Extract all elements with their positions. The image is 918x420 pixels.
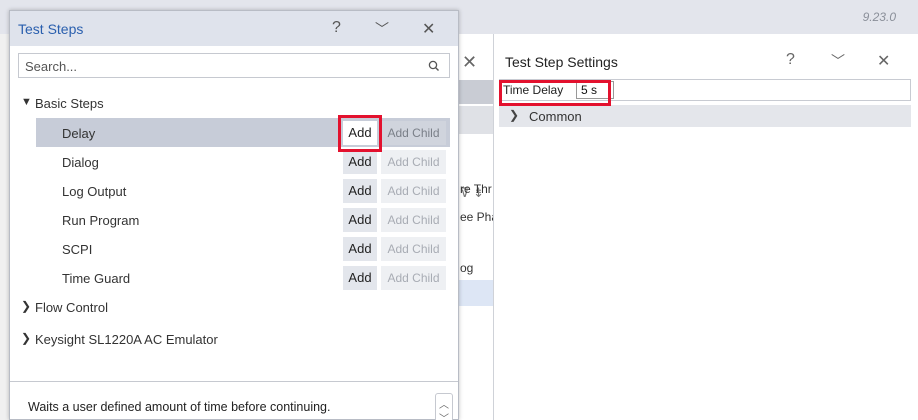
item-label: Run Program (62, 213, 140, 228)
background-toolbar: ⊽ ⇟ (456, 106, 493, 200)
list-item-scpi[interactable]: SCPI Add Add Child (10, 234, 458, 263)
tree-group-basic-steps[interactable]: ▼ Basic Steps (10, 88, 458, 117)
app-version: 9.23.0 (862, 10, 896, 24)
list-item-time-guard[interactable]: Time Guard Add Add Child (10, 263, 458, 292)
step-description: Waits a user defined amount of time befo… (28, 400, 331, 414)
list-item-dialog[interactable]: Dialog Add Add Child (10, 147, 458, 176)
add-child-button[interactable]: Add Child (381, 121, 446, 145)
add-child-button[interactable]: Add Child (381, 237, 446, 261)
common-group-label: Common (529, 109, 582, 124)
app-window: 9.23.0 ✕ ⊽ ⇟ re Thr ee Pha og Test Step … (0, 0, 918, 420)
background-selected-row[interactable] (456, 280, 493, 306)
list-item-run-program[interactable]: Run Program Add Add Child (10, 205, 458, 234)
item-label: Log Output (62, 184, 127, 199)
dialog-header: Test Steps ? ﹀ ✕ (10, 11, 458, 46)
help-icon[interactable]: ? (786, 51, 795, 69)
list-item-log-output[interactable]: Log Output Add Add Child (10, 176, 458, 205)
chevron-right-icon[interactable]: ❯ (21, 331, 31, 345)
chevron-up-icon[interactable]: ︿ (437, 396, 451, 411)
dialog-title: Test Steps (18, 21, 84, 37)
description-divider (10, 381, 458, 382)
item-label: Time Guard (62, 271, 131, 286)
add-button[interactable]: Add (343, 208, 377, 232)
background-header-band (456, 80, 493, 104)
highlight-box-time-delay (499, 80, 611, 106)
list-item-delay[interactable]: Delay Add Add Child (36, 118, 450, 147)
add-button[interactable]: Add (343, 179, 377, 203)
chevron-right-icon[interactable]: ❯ (509, 108, 519, 122)
background-row-text: re Thr (460, 182, 492, 196)
add-child-button[interactable]: Add Child (381, 150, 446, 174)
group-label: Keysight SL1220A AC Emulator (35, 332, 218, 347)
item-label: Dialog (62, 155, 99, 170)
tree-group-keysight[interactable]: ❯ Keysight SL1220A AC Emulator (10, 324, 458, 353)
background-row-text: og (460, 261, 474, 275)
item-label: Delay (62, 126, 96, 141)
add-child-button[interactable]: Add Child (381, 208, 446, 232)
close-icon[interactable]: ✕ (462, 52, 477, 73)
add-button[interactable]: Add (343, 150, 377, 174)
chevron-down-icon[interactable]: ﹀ (437, 410, 451, 420)
add-child-button[interactable]: Add Child (381, 179, 446, 203)
chevron-down-icon[interactable]: ﹀ (831, 51, 845, 71)
search-placeholder: Search... (25, 59, 78, 74)
tree-group-flow-control[interactable]: ❯ Flow Control (10, 292, 458, 321)
group-label: Basic Steps (35, 96, 104, 111)
close-icon[interactable]: ✕ (422, 19, 435, 39)
chevron-down-icon[interactable]: ▼ (21, 96, 32, 108)
settings-title: Test Step Settings (505, 54, 618, 70)
add-button[interactable]: Add (343, 266, 377, 290)
search-input[interactable]: Search... (18, 53, 450, 78)
test-steps-dialog: Test Steps ? ﹀ ✕ Search... ▼ Basic Steps… (9, 10, 459, 420)
help-icon[interactable]: ? (332, 19, 341, 37)
add-button[interactable]: Add (343, 237, 377, 261)
add-child-button[interactable]: Add Child (381, 266, 446, 290)
description-scrollbar[interactable]: ︿ ﹀ (435, 393, 453, 420)
chevron-right-icon[interactable]: ❯ (21, 299, 31, 313)
search-icon[interactable] (427, 59, 441, 73)
background-row-text: ee Pha (460, 210, 493, 224)
close-icon[interactable]: ✕ (877, 51, 890, 71)
background-panel: ✕ ⊽ ⇟ re Thr ee Pha og (455, 34, 493, 420)
group-label: Flow Control (35, 300, 108, 315)
item-label: SCPI (62, 242, 93, 257)
highlight-box-add (338, 115, 382, 152)
common-group-row[interactable]: ❯ Common (499, 105, 911, 127)
chevron-down-icon[interactable]: ﹀ (375, 19, 389, 39)
